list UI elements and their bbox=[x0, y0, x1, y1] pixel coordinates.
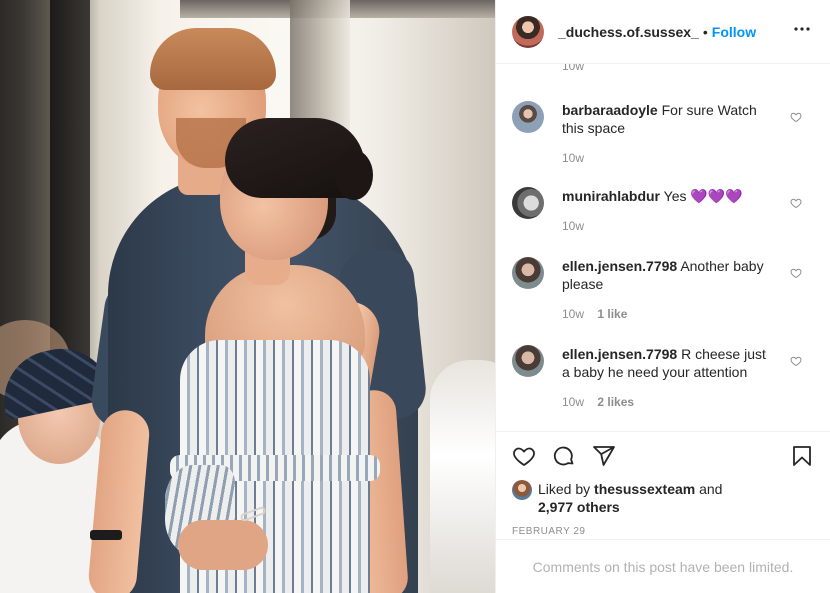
photo-woman-hair bbox=[335, 150, 373, 200]
avatar[interactable] bbox=[512, 187, 544, 219]
comment-likes[interactable]: 2 likes bbox=[597, 395, 634, 409]
comment-text: munirahlabdur Yes 💜💜💜 bbox=[562, 187, 774, 205]
liked-by-text: Liked by thesussexteam and 2,977 others bbox=[538, 480, 722, 516]
like-comment-heart-icon[interactable] bbox=[790, 267, 802, 279]
photo-beam bbox=[50, 0, 90, 360]
photo-man-hair bbox=[150, 28, 276, 90]
comment-time: 10w bbox=[562, 219, 585, 233]
avatar[interactable] bbox=[512, 15, 544, 48]
comment-body: barbaraadoyle For sure Watch this space … bbox=[562, 101, 774, 165]
comment-item: munirahlabdur Yes 💜💜💜 10w bbox=[512, 187, 814, 233]
avatar[interactable] bbox=[512, 480, 532, 500]
more-options-icon[interactable] bbox=[790, 17, 814, 46]
comment-text: barbaraadoyle For sure Watch this space bbox=[562, 101, 774, 137]
comment-body: munirahlabdur Yes 💜💜💜 10w bbox=[562, 187, 774, 233]
comment-body: ellen.jensen.7798 R cheese just a baby h… bbox=[562, 345, 774, 409]
comment-time: 10w bbox=[562, 151, 585, 165]
comment-item: barbaraadoyle For sure Watch this space … bbox=[512, 101, 814, 165]
post-header: _duchess.of.sussex_ • Follow bbox=[496, 0, 830, 64]
comments-limited-notice: Comments on this post have been limited. bbox=[496, 539, 830, 593]
header-separator: • bbox=[702, 23, 708, 40]
photo-woman bbox=[178, 520, 268, 570]
comment-username[interactable]: barbaraadoyle bbox=[562, 102, 658, 118]
comment-username[interactable]: ellen.jensen.7798 bbox=[562, 346, 677, 362]
comment-icon[interactable] bbox=[552, 444, 576, 468]
avatar[interactable] bbox=[512, 345, 544, 377]
avatar[interactable] bbox=[512, 257, 544, 289]
post-date[interactable]: FEBRUARY 29 bbox=[512, 526, 814, 537]
photo-bystander bbox=[430, 360, 495, 593]
instagram-post: _duchess.of.sussex_ • Follow 10w barbara… bbox=[0, 0, 830, 593]
comment-time: 10w bbox=[562, 64, 585, 73]
comment-time: 10w bbox=[562, 395, 585, 409]
liked-by-user[interactable]: thesussexteam bbox=[594, 481, 695, 497]
comment-text: ellen.jensen.7798 R cheese just a baby h… bbox=[562, 345, 774, 381]
heart-icon[interactable] bbox=[512, 444, 536, 468]
comment-meta: 10w bbox=[562, 151, 774, 165]
like-comment-heart-icon[interactable] bbox=[790, 197, 802, 209]
comment-likes[interactable]: 1 like bbox=[597, 307, 627, 321]
comments-list[interactable]: 10w barbaraadoyle For sure Watch this sp… bbox=[496, 64, 830, 431]
post-actions: Liked by thesussexteam and 2,977 others … bbox=[496, 431, 830, 539]
like-comment-heart-icon[interactable] bbox=[790, 111, 802, 123]
liked-by: Liked by thesussexteam and 2,977 others bbox=[512, 480, 814, 516]
comment-username[interactable]: ellen.jensen.7798 bbox=[562, 258, 677, 274]
comment-meta: 10w bbox=[562, 219, 774, 233]
bookmark-icon[interactable] bbox=[790, 444, 814, 468]
like-comment-heart-icon[interactable] bbox=[790, 355, 802, 367]
header-username[interactable]: _duchess.of.sussex_ bbox=[558, 24, 699, 40]
post-sidebar: _duchess.of.sussex_ • Follow 10w barbara… bbox=[495, 0, 830, 593]
action-icons bbox=[512, 440, 814, 472]
comment-item: ellen.jensen.7798 R cheese just a baby h… bbox=[512, 345, 814, 409]
avatar[interactable] bbox=[512, 101, 544, 133]
share-icon[interactable] bbox=[592, 444, 616, 468]
comment-content: Yes 💜💜💜 bbox=[663, 188, 743, 204]
comment-meta: 10w 1 like bbox=[562, 307, 774, 321]
comment-text: ellen.jensen.7798 Another baby please bbox=[562, 257, 774, 293]
comment-username[interactable]: munirahlabdur bbox=[562, 188, 660, 204]
comment-meta: 10w 2 likes bbox=[562, 395, 774, 409]
post-photo[interactable] bbox=[0, 0, 495, 593]
liked-by-prefix: Liked by bbox=[538, 481, 591, 497]
photo-watch bbox=[90, 530, 122, 540]
likes-count-link[interactable]: 2,977 others bbox=[538, 499, 620, 515]
liked-by-and: and bbox=[699, 481, 723, 497]
follow-button[interactable]: Follow bbox=[712, 24, 756, 40]
comment-time: 10w bbox=[562, 307, 585, 321]
comment-body: ellen.jensen.7798 Another baby please 10… bbox=[562, 257, 774, 321]
comment-item: ellen.jensen.7798 Another baby please 10… bbox=[512, 257, 814, 321]
